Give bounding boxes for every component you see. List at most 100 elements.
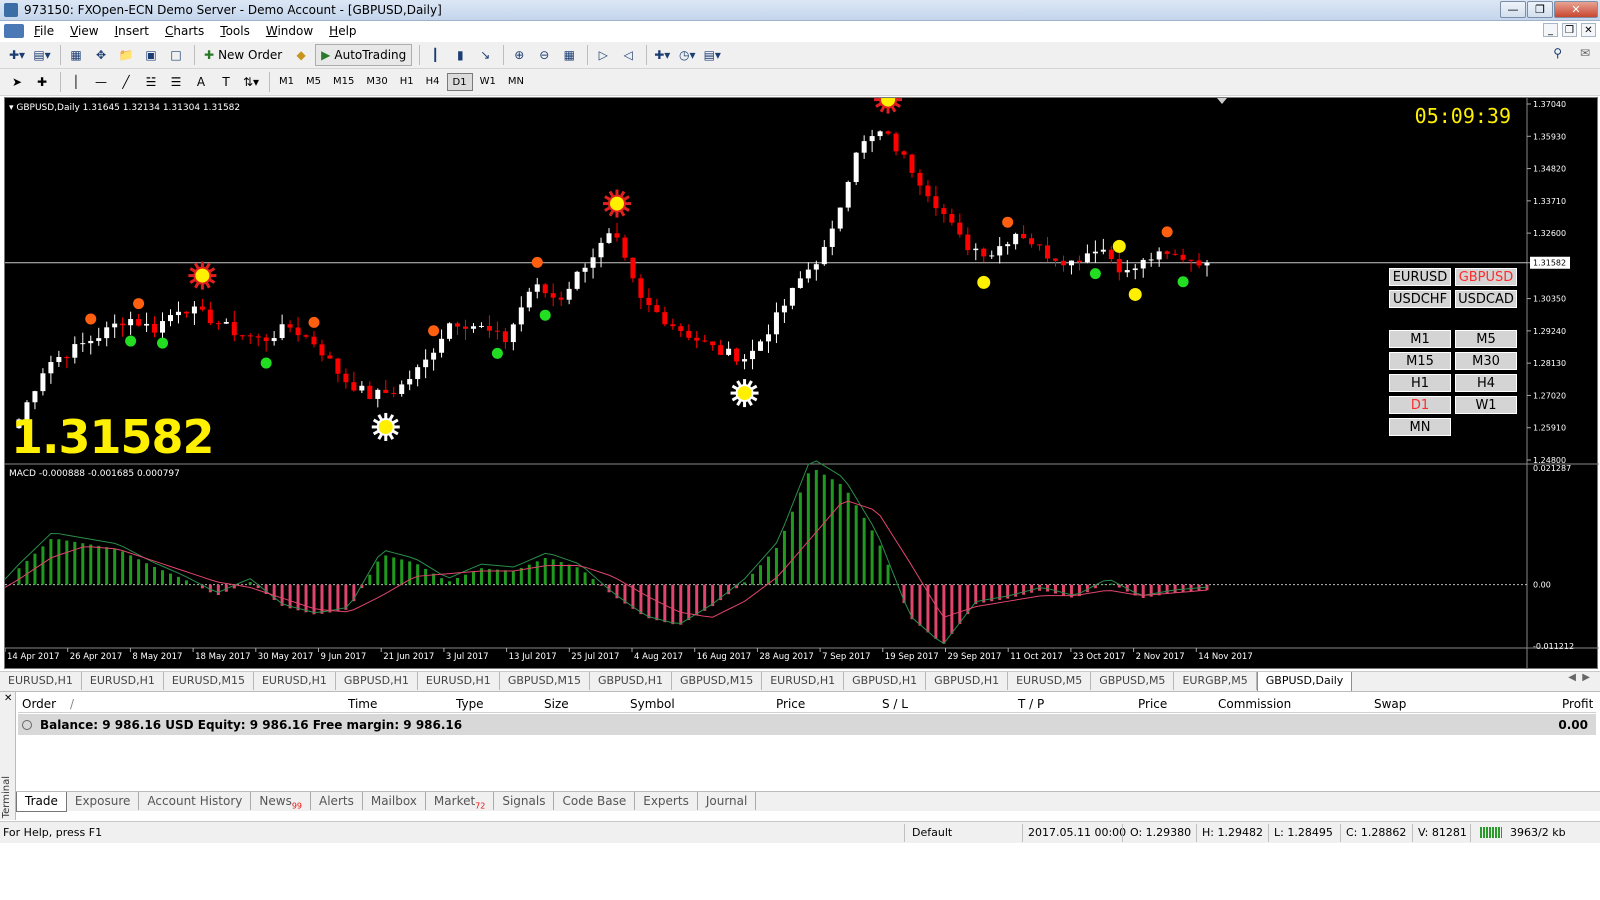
- col-type[interactable]: Type: [456, 697, 484, 711]
- panel-h4-button[interactable]: H4: [1455, 374, 1517, 392]
- chart-tab[interactable]: GBPUSD,H1: [336, 672, 418, 690]
- tf-m15-button[interactable]: M15: [328, 73, 359, 91]
- mdi-minimize-button[interactable]: _: [1543, 23, 1558, 37]
- tf-h1-button[interactable]: H1: [395, 73, 419, 91]
- terminal-close-icon[interactable]: ✕: [4, 693, 12, 704]
- tf-w1-button[interactable]: W1: [475, 73, 501, 91]
- menu-window[interactable]: Window: [258, 24, 321, 38]
- col-commission[interactable]: Commission: [1218, 697, 1291, 711]
- mdi-restore-button[interactable]: ❐: [1562, 23, 1577, 37]
- col-time[interactable]: Time: [348, 697, 377, 711]
- terminal-icon[interactable]: ▣: [140, 44, 162, 66]
- folder-icon[interactable]: 📁: [115, 44, 137, 66]
- symbol-gbpusd-button[interactable]: GBPUSD: [1455, 268, 1517, 286]
- col-symbol[interactable]: Symbol: [630, 697, 675, 711]
- chart-tab[interactable]: GBPUSD,Daily: [1256, 672, 1353, 692]
- chart-tab[interactable]: EURUSD,H1: [762, 672, 845, 690]
- chart-tab[interactable]: EURUSD,H1: [82, 672, 164, 690]
- terminal-tab-mailbox[interactable]: Mailbox: [363, 792, 426, 810]
- symbol-eurusd-button[interactable]: EURUSD: [1389, 268, 1451, 286]
- chart-tab[interactable]: GBPUSD,M15: [672, 672, 763, 690]
- panel-h1-button[interactable]: H1: [1389, 374, 1451, 392]
- balance-row[interactable]: Balance: 9 986.16 USD Equity: 9 986.16 F…: [18, 714, 1596, 735]
- tile-windows-icon[interactable]: ▦: [558, 44, 580, 66]
- col-tp[interactable]: T / P: [1018, 697, 1044, 711]
- col-order[interactable]: Order: [22, 697, 56, 711]
- minimize-button[interactable]: —: [1500, 1, 1526, 18]
- close-button[interactable]: ✕: [1554, 1, 1598, 18]
- chart-tab[interactable]: GBPUSD,H1: [844, 672, 927, 690]
- line-chart-icon[interactable]: ↘: [474, 44, 496, 66]
- col-close-price[interactable]: Price: [1138, 697, 1167, 711]
- bar-chart-icon[interactable]: ┃: [424, 44, 446, 66]
- terminal-tab-journal[interactable]: Journal: [698, 792, 757, 810]
- zoom-in-icon[interactable]: ⊕: [508, 44, 530, 66]
- terminal-tab-code-base[interactable]: Code Base: [554, 792, 636, 810]
- symbol-usdchf-button[interactable]: USDCHF: [1389, 290, 1451, 308]
- tf-mn-button[interactable]: MN: [503, 73, 529, 91]
- trendline-icon[interactable]: ╱: [115, 71, 137, 93]
- navigator-icon[interactable]: ✥: [90, 44, 112, 66]
- horizontal-line-icon[interactable]: —: [90, 71, 112, 93]
- chart-tab[interactable]: GBPUSD,H1: [926, 672, 1009, 690]
- tf-m30-button[interactable]: M30: [361, 73, 392, 91]
- metaeditor-icon[interactable]: ◆: [290, 44, 312, 66]
- chart-tab[interactable]: GBPUSD,H1: [590, 672, 672, 690]
- chart-tab[interactable]: GBPUSD,M5: [1091, 672, 1175, 690]
- panel-m5-button[interactable]: M5: [1455, 330, 1517, 348]
- panel-m30-button[interactable]: M30: [1455, 352, 1517, 370]
- templates-icon[interactable]: ▤▾: [701, 44, 723, 66]
- search-icon[interactable]: ⚲: [1553, 46, 1562, 60]
- symbol-usdcad-button[interactable]: USDCAD: [1455, 290, 1517, 308]
- fibonacci-icon[interactable]: ☰: [165, 71, 187, 93]
- chart-tab[interactable]: EURUSD,M5: [1008, 672, 1092, 690]
- panel-m15-button[interactable]: M15: [1389, 352, 1451, 370]
- connection-bars-icon[interactable]: [1480, 827, 1502, 838]
- text-label-icon[interactable]: T: [215, 71, 237, 93]
- terminal-tab-signals[interactable]: Signals: [494, 792, 555, 810]
- chart-tab[interactable]: EURUSD,H1: [418, 672, 500, 690]
- tf-h4-button[interactable]: H4: [421, 73, 445, 91]
- terminal-tab-account-history[interactable]: Account History: [139, 792, 252, 810]
- status-profile[interactable]: Default: [912, 826, 952, 839]
- periods-icon[interactable]: ◷▾: [676, 44, 698, 66]
- panel-m1-button[interactable]: M1: [1389, 330, 1451, 348]
- tf-d1-button[interactable]: D1: [446, 73, 473, 91]
- chart-tab[interactable]: GBPUSD,M15: [500, 672, 591, 690]
- chart-tab[interactable]: EURUSD,H1: [254, 672, 336, 690]
- chart-tab[interactable]: EURUSD,M15: [164, 672, 254, 690]
- candlestick-icon[interactable]: ▮: [449, 44, 471, 66]
- menu-help[interactable]: Help: [321, 24, 364, 38]
- menu-file[interactable]: File: [26, 24, 62, 38]
- panel-mn-button[interactable]: MN: [1389, 418, 1451, 436]
- text-icon[interactable]: A: [190, 71, 212, 93]
- panel-w1-button[interactable]: W1: [1455, 396, 1517, 414]
- menu-insert[interactable]: Insert: [107, 24, 157, 38]
- terminal-tab-trade[interactable]: Trade: [16, 792, 67, 812]
- chart-tab[interactable]: EURGBP,M5: [1174, 672, 1257, 690]
- tf-m1-button[interactable]: M1: [274, 73, 299, 91]
- profiles-icon[interactable]: ▤▾: [31, 44, 53, 66]
- col-profit[interactable]: Profit: [1562, 697, 1593, 711]
- chart-window[interactable]: ▾ GBPUSD,Daily 1.31645 1.32134 1.31304 1…: [4, 97, 1599, 669]
- terminal-tab-alerts[interactable]: Alerts: [311, 792, 363, 810]
- terminal-tab-experts[interactable]: Experts: [635, 792, 698, 810]
- col-price[interactable]: Price: [776, 697, 805, 711]
- terminal-tab-exposure[interactable]: Exposure: [67, 792, 140, 810]
- vertical-line-icon[interactable]: │: [65, 71, 87, 93]
- arrows-icon[interactable]: ⇅▾: [240, 71, 262, 93]
- autotrading-button[interactable]: ▶ AutoTrading: [315, 44, 413, 66]
- market-watch-icon[interactable]: ▦: [65, 44, 87, 66]
- new-chart-icon[interactable]: ✚▾: [6, 44, 28, 66]
- terminal-tab-market[interactable]: Market72: [426, 792, 495, 810]
- col-swap[interactable]: Swap: [1374, 697, 1406, 711]
- channel-icon[interactable]: ☱: [140, 71, 162, 93]
- crosshair-icon[interactable]: ✚: [31, 71, 53, 93]
- terminal-tab-news[interactable]: News99: [251, 792, 312, 810]
- chart-shift-icon[interactable]: ◁: [617, 44, 639, 66]
- chart-tab[interactable]: EURUSD,H1: [0, 672, 82, 690]
- panel-d1-button[interactable]: D1: [1389, 396, 1451, 414]
- tab-scroll-arrows[interactable]: ◀ ▶: [1568, 672, 1590, 683]
- menu-charts[interactable]: Charts: [157, 24, 212, 38]
- indicators-icon[interactable]: ✚▾: [651, 44, 673, 66]
